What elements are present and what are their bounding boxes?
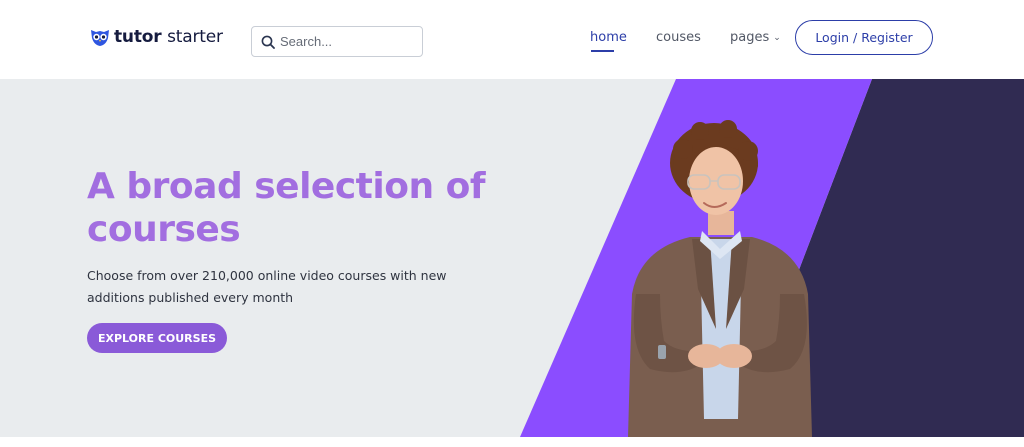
- nav-item-couses[interactable]: couses: [656, 30, 701, 45]
- hero-headline-line2: courses: [87, 209, 241, 250]
- hero-headline-line1: A broad selection of: [87, 166, 486, 207]
- hero-subtitle: Choose from over 210,000 online video co…: [87, 268, 447, 305]
- hero-background-graphic: [520, 79, 1024, 437]
- nav-item-home[interactable]: home: [590, 30, 627, 45]
- chevron-down-icon: ⌄: [773, 33, 781, 43]
- nav-item-pages[interactable]: pages ⌄: [730, 30, 781, 45]
- search-input[interactable]: [280, 34, 410, 49]
- search-box[interactable]: [251, 26, 423, 57]
- owl-logo-icon: [91, 30, 109, 46]
- brand-name-light: starter: [167, 27, 223, 47]
- brand-name-bold: tutor: [114, 27, 162, 47]
- brand-name: tutor starter: [114, 27, 223, 47]
- search-icon: [261, 35, 275, 49]
- page-bottom-edge: [0, 437, 1024, 447]
- nav-item-pages-label: pages: [730, 30, 770, 45]
- hero-banner: A broad selection of courses Choose from…: [0, 79, 1024, 437]
- site-header: tutor starter home couses pages⌄ Login /…: [0, 0, 1024, 79]
- brand-logo[interactable]: tutor starter: [90, 27, 223, 47]
- hero-headline: A broad selection of courses: [87, 165, 507, 251]
- login-register-button[interactable]: Login / Register: [795, 20, 933, 55]
- active-nav-indicator: [591, 50, 614, 52]
- explore-courses-button[interactable]: EXPLORE COURSES: [87, 323, 227, 353]
